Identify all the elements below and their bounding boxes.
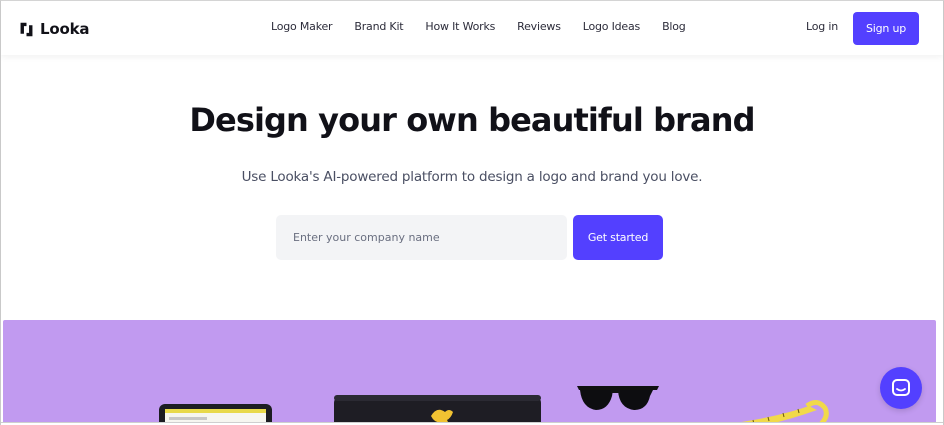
brand-logo[interactable]: Looka bbox=[18, 18, 89, 40]
nav-link-blog[interactable]: Blog bbox=[662, 20, 686, 33]
brand-name: Looka bbox=[40, 20, 90, 38]
banner-illustration bbox=[159, 386, 829, 425]
get-started-button[interactable]: Get started bbox=[573, 215, 663, 260]
main-nav: Logo Maker Brand Kit How It Works Review… bbox=[271, 20, 708, 33]
chat-launcher-button[interactable] bbox=[880, 367, 922, 409]
page: Looka Logo Maker Brand Kit How It Works … bbox=[0, 0, 944, 425]
hero-subtitle: Use Looka's AI-powered platform to desig… bbox=[241, 169, 703, 185]
hero-banner bbox=[3, 320, 936, 425]
hero-title: Design your own beautiful brand bbox=[189, 101, 755, 139]
top-navbar: Looka Logo Maker Brand Kit How It Works … bbox=[1, 1, 943, 55]
nav-link-logo-maker[interactable]: Logo Maker bbox=[271, 20, 333, 33]
company-name-input[interactable] bbox=[276, 215, 567, 260]
signup-button[interactable]: Sign up bbox=[853, 12, 919, 45]
looka-logo-icon bbox=[20, 22, 33, 36]
rolled-banner-image bbox=[334, 395, 541, 425]
nav-link-reviews[interactable]: Reviews bbox=[517, 20, 561, 33]
nav-link-logo-ideas[interactable]: Logo Ideas bbox=[583, 20, 641, 33]
chat-icon bbox=[892, 379, 910, 396]
nav-link-brand-kit[interactable]: Brand Kit bbox=[354, 20, 403, 33]
nav-link-how-it-works[interactable]: How It Works bbox=[425, 20, 495, 33]
sunglasses-image bbox=[577, 386, 659, 410]
login-link[interactable]: Log in bbox=[806, 20, 838, 33]
